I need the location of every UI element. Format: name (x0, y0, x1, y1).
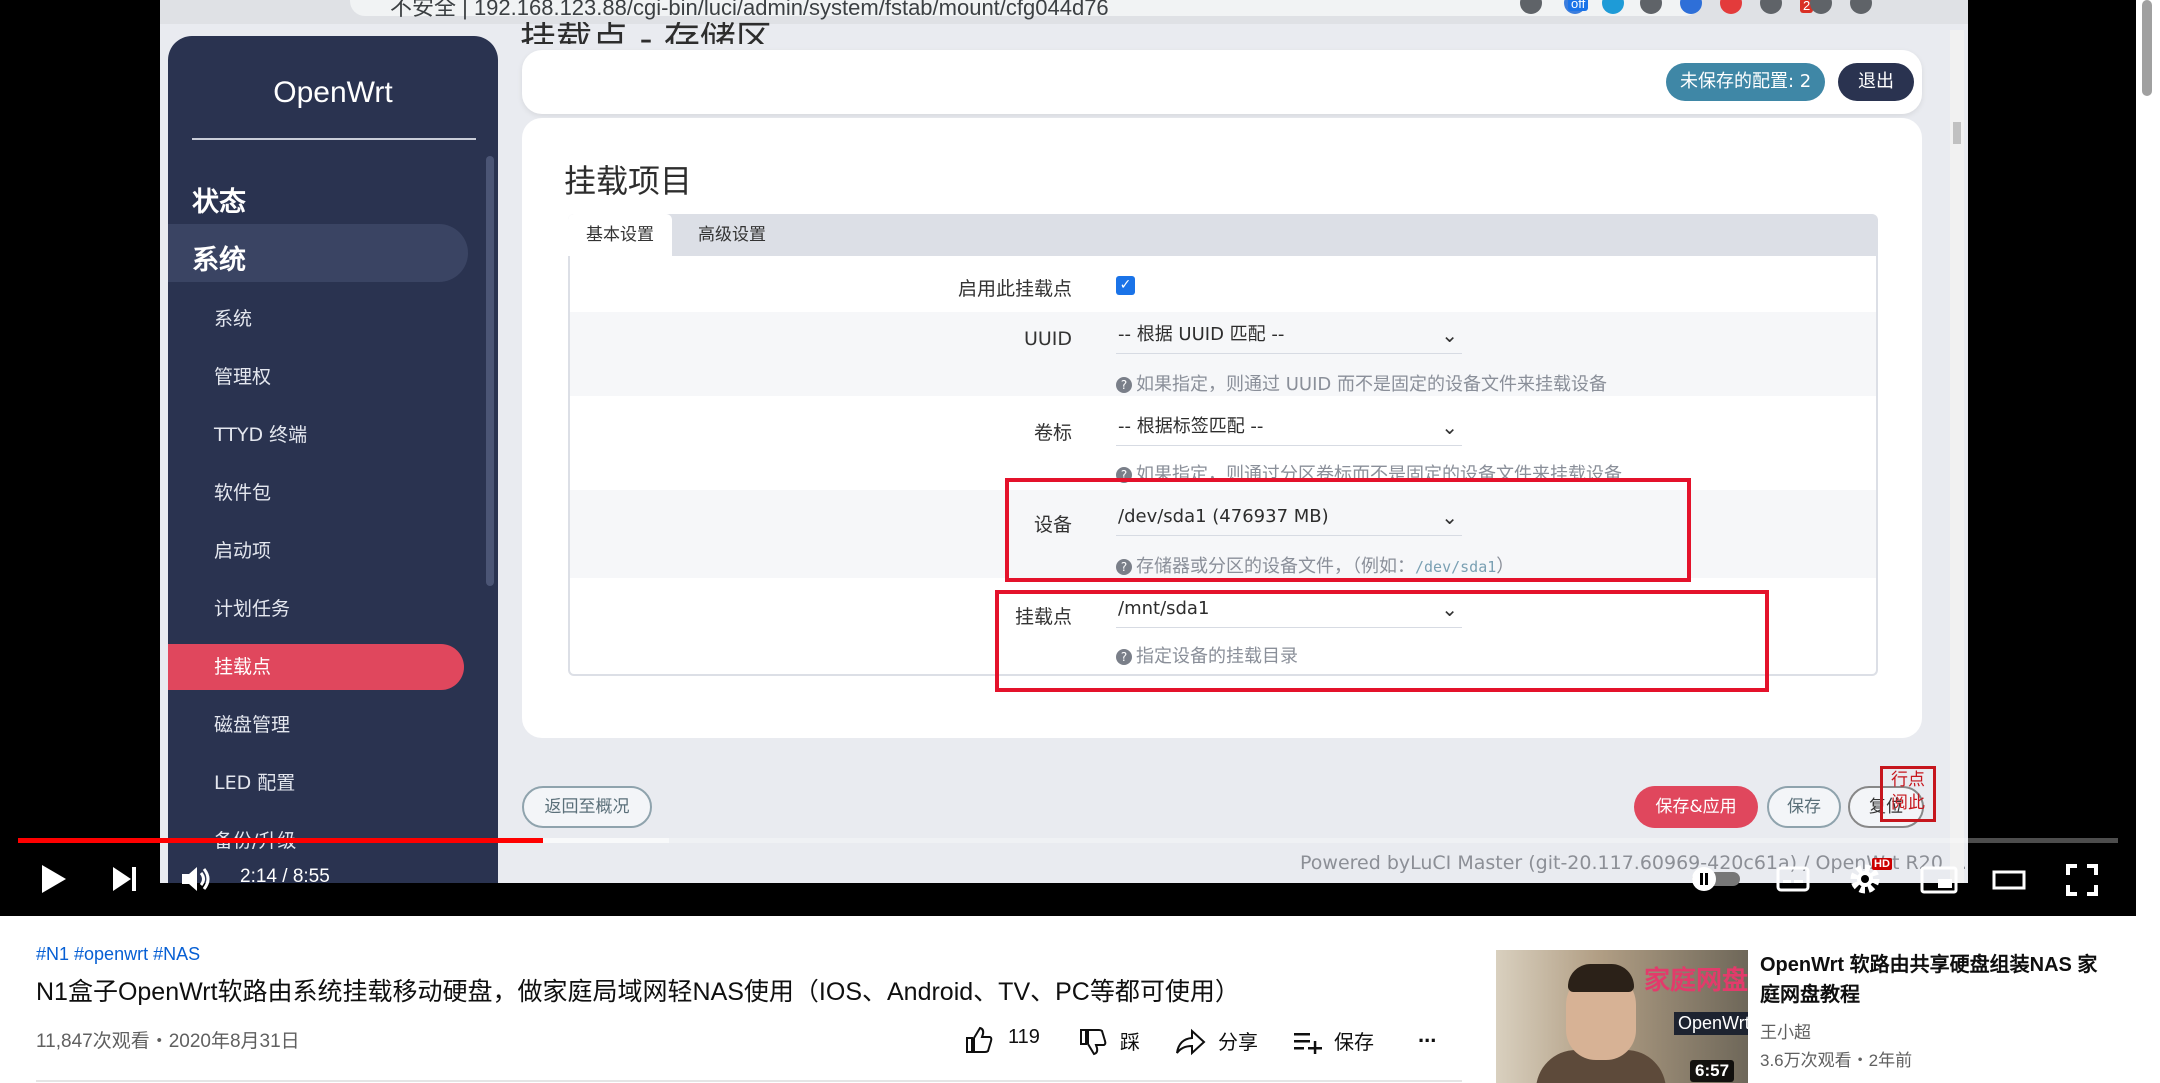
time-display: 2:14 / 8:55 (240, 866, 330, 887)
volume-icon[interactable] (180, 864, 214, 894)
video-views-date: 11,847次观看・2020年8月31日 (36, 1031, 300, 1052)
hd-badge: HD (1872, 858, 1892, 870)
nav-item-disk-management[interactable]: 磁盘管理 (214, 710, 290, 737)
nav-item-active-bg (168, 644, 464, 690)
theater-mode-icon[interactable] (1992, 868, 2026, 892)
share-icon[interactable] (1174, 1028, 1206, 1056)
page-scrollbar[interactable] (1950, 30, 1964, 883)
video-title: N1盒子OpenWrt软路由系统挂载移动硬盘，做家庭局域网轻NAS使用（IOS、… (36, 978, 1240, 1006)
video-player[interactable]: 不安全 | 192.168.123.88/cgi-bin/luci/admin/… (0, 0, 2136, 916)
like-count[interactable]: 119 (1008, 1026, 1040, 1049)
uuid-label: UUID (1023, 328, 1072, 350)
nav-item-system[interactable]: 系统 (214, 304, 252, 331)
highlight-box-mount-point (995, 590, 1769, 692)
page-title: 挂载点 - 存储区 (520, 22, 772, 44)
thumbnail-person-hair (1568, 964, 1634, 992)
dislike-icon[interactable] (1078, 1028, 1108, 1056)
back-to-overview-button[interactable]: 返回至概况 (522, 786, 652, 828)
volume-label-label: 卷标 (1033, 422, 1072, 444)
play-icon[interactable] (38, 862, 68, 896)
help-icon: ? (1116, 377, 1132, 393)
logout-button[interactable]: 退出 (1838, 63, 1914, 101)
sidebar-scrollbar[interactable] (486, 156, 494, 586)
nav-item-startup[interactable]: 启动项 (214, 536, 271, 563)
uuid-help: ? 如果指定，则通过 UUID 而不是固定的设备文件来挂载设备 (1116, 370, 1607, 396)
openwrt-sidebar: OpenWrt 状态 系统 系统 管理权 TTYD 终端 软件包 启动项 计划任… (168, 36, 498, 883)
nav-item-mount-points[interactable]: 挂载点 (214, 652, 271, 679)
save-button[interactable]: 保存 (1767, 786, 1841, 828)
video-frame: 不安全 | 192.168.123.88/cgi-bin/luci/admin/… (160, 0, 1968, 883)
fullscreen-icon[interactable] (2066, 864, 2098, 896)
save-apply-button[interactable]: 保存&应用 (1634, 786, 1758, 828)
next-icon[interactable] (110, 864, 140, 894)
subtitles-icon[interactable] (1776, 866, 1810, 892)
nav-group-system[interactable]: 系统 (192, 238, 246, 277)
section-title: 挂载项目 (564, 162, 693, 200)
highlight-box-device (1005, 478, 1691, 582)
autoplay-toggle-icon[interactable] (1690, 866, 1742, 892)
nav-item-ttyd[interactable]: TTYD 终端 (214, 420, 307, 447)
volume-label-select-value: -- 根据标签匹配 -- (1118, 416, 1264, 437)
recommendation-title[interactable]: OpenWrt 软路由共享硬盘组装NAS 家庭网盘教程 (1760, 950, 2100, 1010)
chevron-down-icon: ⌄ (1441, 323, 1458, 347)
brand-divider (192, 138, 476, 140)
page-scrollbar-thumb[interactable] (1953, 122, 1961, 144)
uuid-help-text: 如果指定，则通过 UUID 而不是固定的设备文件来挂载设备 (1136, 374, 1607, 395)
nav-item-crontab[interactable]: 计划任务 (214, 594, 290, 621)
enable-mount-checkbox[interactable]: ✓ (1116, 276, 1135, 295)
extension-badge-off: off (1568, 0, 1589, 11)
volume-label-select[interactable]: -- 根据标签匹配 -- ⌄ (1116, 410, 1462, 446)
dislike-label[interactable]: 踩 (1120, 1026, 1140, 1055)
tab-advanced-settings[interactable]: 高级设置 (680, 214, 784, 256)
seal-stamp: 行点 阅此 (1880, 766, 1936, 822)
divider (36, 1080, 1462, 1082)
nav-group-status[interactable]: 状态 (192, 180, 246, 219)
nav-item-admin[interactable]: 管理权 (214, 362, 271, 389)
more-actions-button[interactable]: ... (1418, 1022, 1436, 1048)
uuid-select-value: -- 根据 UUID 匹配 -- (1118, 324, 1285, 345)
recommendation-channel[interactable]: 王小超 (1760, 1018, 1811, 1043)
address-bar-url: 不安全 | 192.168.123.88/cgi-bin/luci/admin/… (390, 0, 1109, 20)
thumbnail-title-text: 家庭网盘 (1644, 966, 1748, 996)
tab-basic-settings[interactable]: 基本设置 (568, 214, 672, 256)
video-hashtags[interactable]: #N1 #openwrt #NAS (36, 944, 200, 965)
page-scrollbar-track[interactable] (2140, 0, 2156, 1083)
thumbnail-openwrt-badge: OpenWrt (1674, 1012, 1748, 1035)
save-label[interactable]: 保存 (1334, 1026, 1374, 1055)
miniplayer-icon[interactable] (1920, 866, 1958, 894)
progress-played (18, 838, 543, 843)
recommendation-views: 3.6万次观看・2年前 (1760, 1051, 1913, 1070)
recommendation-duration: 6:57 (1690, 1060, 1735, 1082)
enable-mount-label: 启用此挂载点 (957, 278, 1072, 300)
openwrt-brand: OpenWrt (273, 76, 393, 109)
nav-item-led[interactable]: LED 配置 (214, 768, 295, 795)
uuid-select[interactable]: -- 根据 UUID 匹配 -- ⌄ (1116, 318, 1462, 354)
unsaved-changes-badge[interactable]: 未保存的配置: 2 (1666, 63, 1826, 101)
page-scrollbar-thumb[interactable] (2142, 0, 2152, 96)
like-icon[interactable] (964, 1026, 994, 1054)
nav-item-packages[interactable]: 软件包 (214, 478, 271, 505)
save-playlist-icon[interactable] (1292, 1030, 1324, 1054)
chevron-down-icon: ⌄ (1441, 415, 1458, 439)
share-label[interactable]: 分享 (1218, 1026, 1258, 1055)
